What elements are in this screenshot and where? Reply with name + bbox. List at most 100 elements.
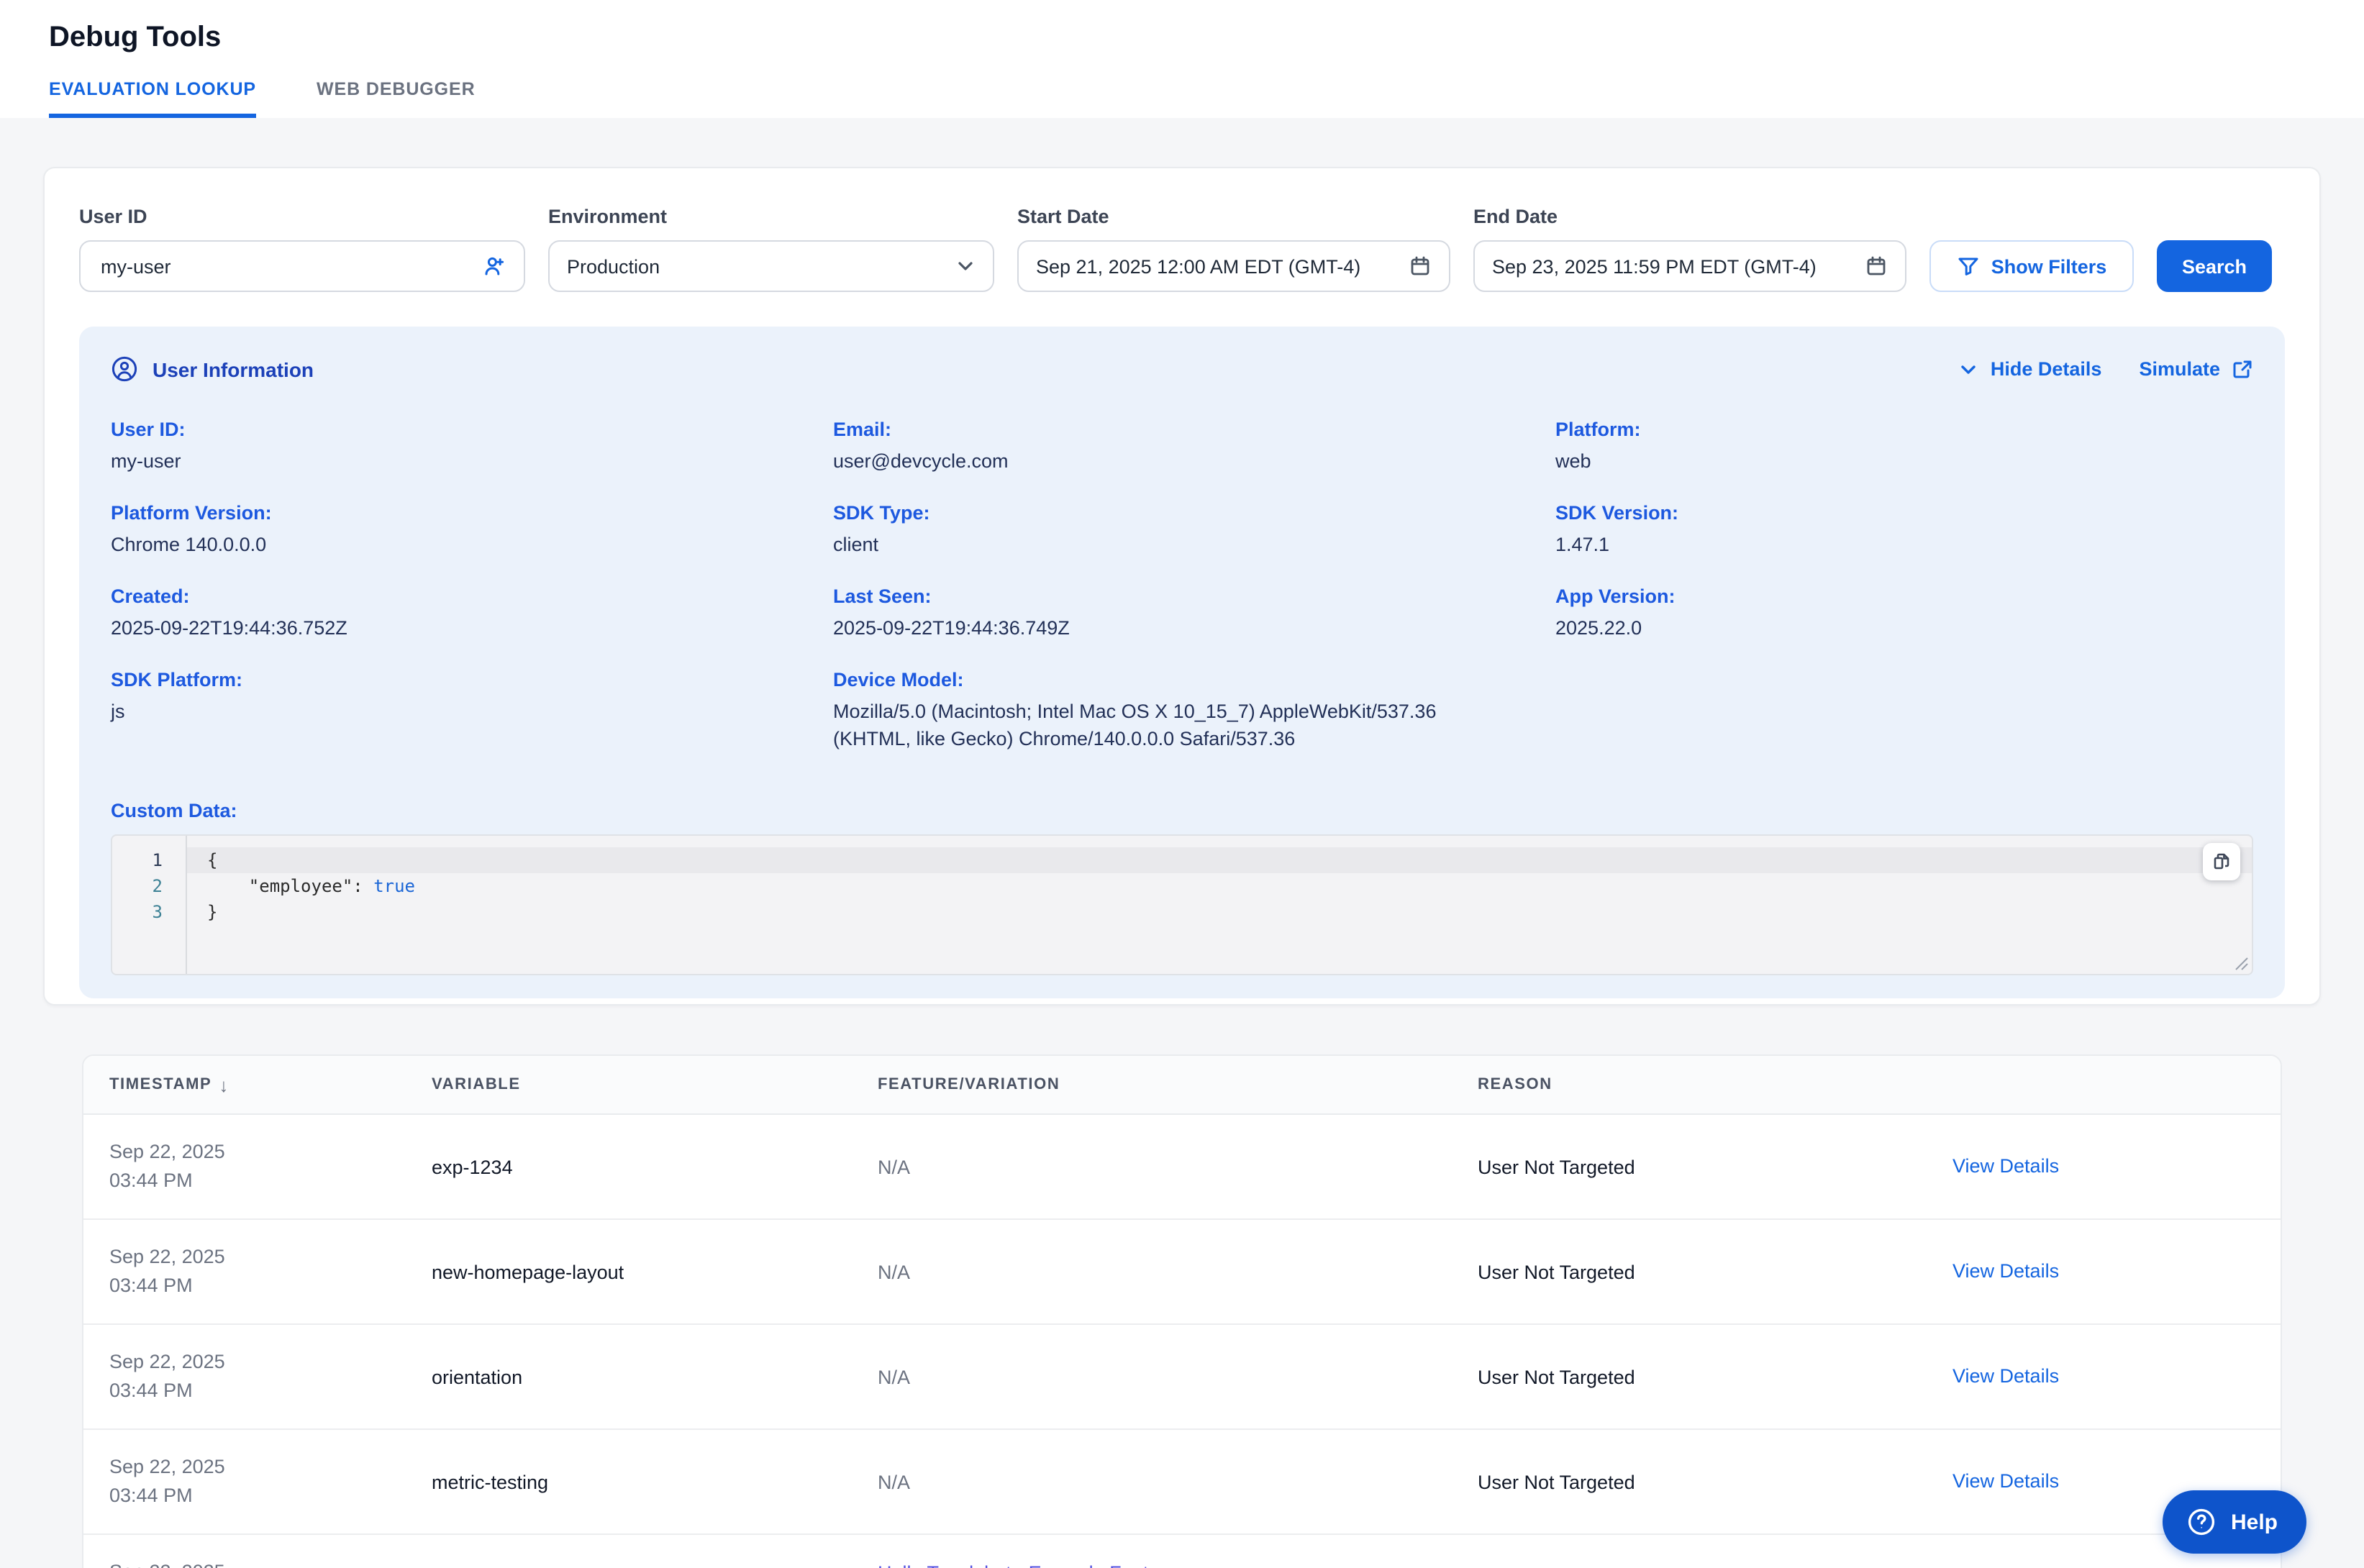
- feature-variation-cell: N/A: [878, 1471, 1478, 1492]
- help-button[interactable]: Help: [2163, 1490, 2306, 1554]
- hide-details-link[interactable]: Hide Details: [1959, 358, 2102, 380]
- table-row: Sep 22, 202503:44 PMtogglebot-speedHello…: [83, 1535, 2281, 1568]
- user-id-label: User ID: [79, 206, 525, 229]
- help-label: Help: [2231, 1510, 2278, 1534]
- custom-data-editor[interactable]: 123 { "employee": true}: [111, 834, 2253, 975]
- calendar-icon: [1865, 255, 1888, 278]
- view-details-link[interactable]: View Details: [1952, 1260, 2059, 1282]
- evaluations-table: TIMESTAMP ↓ VARIABLE FEATURE/VARIATION R…: [82, 1054, 2282, 1568]
- end-date-label: End Date: [1473, 206, 1906, 229]
- copy-button[interactable]: [2203, 843, 2240, 880]
- code-line: }: [207, 899, 2252, 925]
- user-info-field-label: Last Seen:: [833, 584, 1512, 608]
- code-line-numbers: 123: [112, 836, 187, 974]
- user-info-field-value: 2025-09-22T19:44:36.749Z: [833, 614, 1512, 642]
- timestamp-cell: Sep 22, 202503:44 PM: [83, 1348, 432, 1405]
- variable-cell: metric-testing: [432, 1471, 878, 1492]
- user-information-panel: User Information Hide Details: [79, 327, 2285, 998]
- calendar-icon: [1409, 255, 1432, 278]
- table-header-feature-variation: FEATURE/VARIATION: [878, 1076, 1478, 1093]
- user-info-grid: User ID:my-user Platform Version:Chrome 1…: [111, 417, 2253, 778]
- debug-tools-page: Debug Tools EVALUATION LOOKUP WEB DEBUGG…: [0, 0, 2364, 1568]
- content-area: User ID Environment: [0, 118, 2364, 1568]
- feature-variation-cell: Hello Togglebot - Example Feature: [878, 1562, 1478, 1568]
- feature-link[interactable]: Hello Togglebot - Example Feature: [878, 1562, 1478, 1568]
- resize-handle[interactable]: [2233, 955, 2249, 971]
- simulate-link[interactable]: Simulate: [2139, 358, 2253, 380]
- user-info-field-label: SDK Version:: [1555, 501, 2210, 525]
- user-info-pair: User ID:my-user: [111, 417, 833, 475]
- lookup-card: User ID Environment: [43, 167, 2321, 1006]
- tab-evaluation-lookup[interactable]: EVALUATION LOOKUP: [49, 78, 256, 118]
- user-info-field-label: Platform Version:: [111, 501, 790, 525]
- user-info-field-value: my-user: [111, 447, 790, 475]
- view-details-link[interactable]: View Details: [1952, 1365, 2059, 1387]
- table-row: Sep 22, 202503:44 PMnew-homepage-layoutN…: [83, 1220, 2281, 1325]
- user-info-pair: Email: user@devcycle.com: [833, 417, 1555, 475]
- user-info-column-1: User ID:my-user Platform Version:Chrome 1…: [111, 417, 833, 778]
- user-info-field-value: js: [111, 698, 790, 725]
- action-cell: View Details: [1952, 1259, 2281, 1285]
- environment-field: Environment Production: [548, 206, 994, 292]
- user-info-field-value: user@devcycle.com: [833, 447, 1512, 475]
- user-id-input[interactable]: [98, 254, 470, 278]
- environment-select[interactable]: Production: [548, 240, 994, 292]
- start-date-label: Start Date: [1017, 206, 1450, 229]
- table-row: Sep 22, 202503:44 PMorientationN/AUser N…: [83, 1325, 2281, 1430]
- variable-cell: exp-1234: [432, 1156, 878, 1177]
- start-date-input[interactable]: Sep 21, 2025 12:00 AM EDT (GMT-4): [1017, 240, 1450, 292]
- table-header-timestamp[interactable]: TIMESTAMP ↓: [83, 1074, 432, 1095]
- simulate-label: Simulate: [2139, 358, 2220, 380]
- table-row: Sep 22, 202503:44 PMexp-1234N/AUser Not …: [83, 1115, 2281, 1220]
- show-filters-button[interactable]: Show Filters: [1929, 240, 2134, 292]
- page-title: Debug Tools: [49, 19, 2315, 56]
- variable-cell: orientation: [432, 1366, 878, 1387]
- chevron-down-icon: [1959, 359, 1979, 379]
- line-number: 3: [112, 899, 163, 925]
- user-info-field-label: Email:: [833, 417, 1512, 442]
- user-info-pair: SDK Version: 1.47.1: [1555, 501, 2253, 558]
- user-info-field-label: SDK Platform:: [111, 667, 790, 692]
- table-row: Sep 22, 202503:44 PMmetric-testingN/AUse…: [83, 1430, 2281, 1535]
- user-info-field-value: web: [1555, 447, 2210, 475]
- environment-label: Environment: [548, 206, 994, 229]
- panel-actions: Hide Details Simulate: [1959, 358, 2253, 380]
- person-add-icon[interactable]: [482, 254, 506, 278]
- user-information-header: User Information Hide Details: [111, 355, 2253, 383]
- user-circle-icon: [111, 355, 138, 383]
- user-info-pair: Last Seen: 2025-09-22T19:44:36.749Z: [833, 584, 1555, 642]
- copy-icon: [2211, 852, 2232, 872]
- user-info-field-value: client: [833, 531, 1512, 558]
- line-number: 2: [112, 873, 163, 899]
- line-number: 1: [112, 847, 163, 873]
- user-info-field-value: 2025.22.0: [1555, 614, 2210, 642]
- variable-header-label: VARIABLE: [432, 1076, 521, 1093]
- end-date-input[interactable]: Sep 23, 2025 11:59 PM EDT (GMT-4): [1473, 240, 1906, 292]
- user-info-field-value: 1.47.1: [1555, 531, 2210, 558]
- user-info-field-value: 2025-09-22T19:44:36.752Z: [111, 614, 790, 642]
- code-line: "employee": true: [207, 873, 2252, 899]
- reason-cell: User Not Targeted: [1478, 1261, 1952, 1282]
- code-line: {: [207, 847, 2252, 873]
- view-details-link[interactable]: View Details: [1952, 1470, 2059, 1492]
- user-info-pair: Platform Version:Chrome 140.0.0.0: [111, 501, 833, 558]
- view-details-link[interactable]: View Details: [1952, 1155, 2059, 1177]
- reason-header-label: REASON: [1478, 1076, 1552, 1093]
- environment-selected-value: Production: [567, 255, 944, 277]
- user-info-field-label: SDK Type:: [833, 501, 1512, 525]
- table-body: Sep 22, 202503:44 PM exp-1234 N/A User Not …: [83, 1115, 2281, 1568]
- user-information-title: User Information: [153, 357, 314, 380]
- feature-variation-header-label: FEATURE/VARIATION: [878, 1076, 1060, 1093]
- user-information-heading: User Information: [111, 355, 314, 383]
- user-info-pair: SDK Type: client: [833, 501, 1555, 558]
- end-date-field: End Date Sep 23, 2025 11:59 PM EDT (GMT-…: [1473, 206, 1906, 292]
- tab-web-debugger[interactable]: WEB DEBUGGER: [317, 78, 476, 118]
- user-info-pair: Created:2025-09-22T19:44:36.752Z: [111, 584, 833, 642]
- user-info-pair: SDK Platform: js: [111, 667, 833, 725]
- page-header: Debug Tools EVALUATION LOOKUP WEB DEBUGG…: [0, 0, 2364, 118]
- timestamp-header-label: TIMESTAMP: [109, 1076, 212, 1093]
- search-label: Search: [2182, 255, 2247, 277]
- search-button[interactable]: Search: [2157, 240, 2272, 292]
- table-header-row: TIMESTAMP ↓ VARIABLE FEATURE/VARIATION R…: [83, 1056, 2281, 1115]
- chevron-down-icon: [955, 256, 976, 276]
